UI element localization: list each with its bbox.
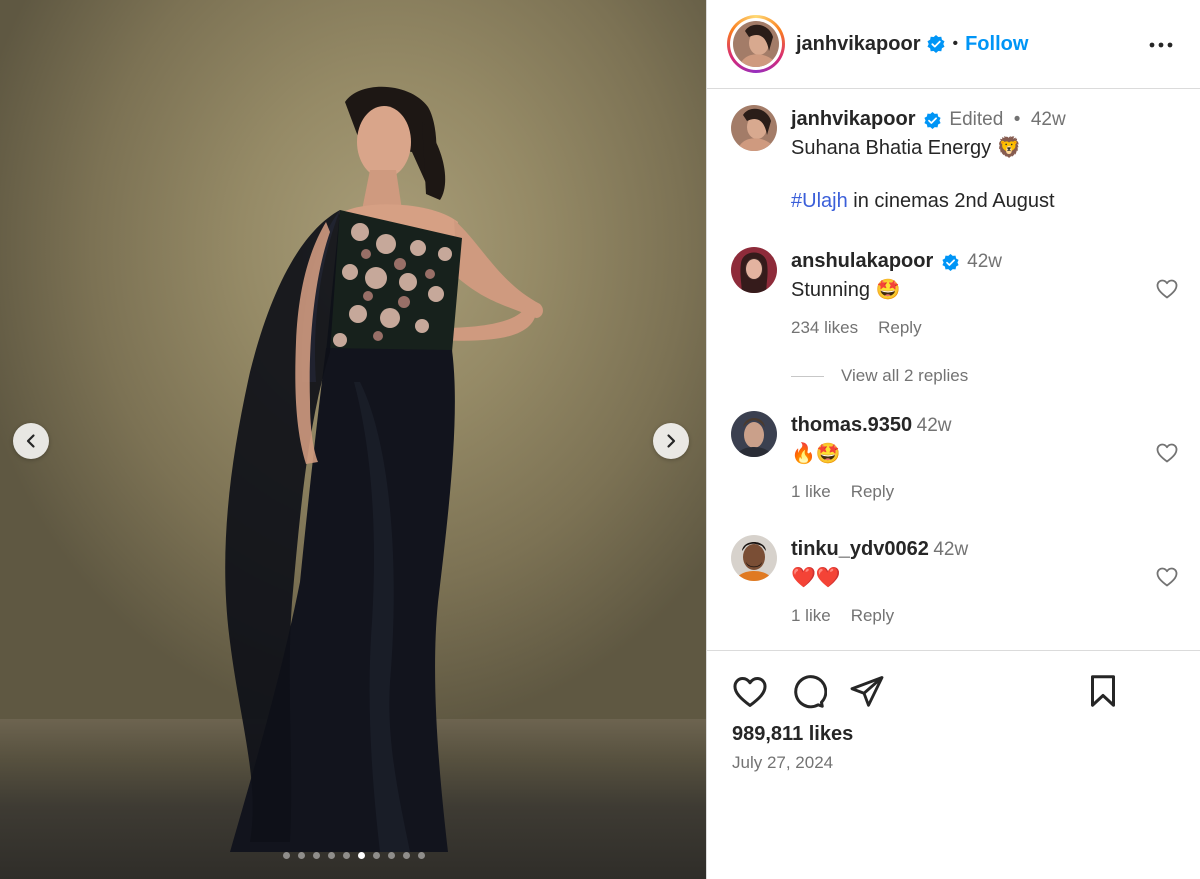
post-actions: 989,811 likes July 27, 2024: [707, 650, 1200, 879]
carousel-dot: [388, 852, 395, 859]
heart-icon[interactable]: [1155, 565, 1179, 589]
commenter-avatar[interactable]: [731, 535, 777, 581]
more-icon[interactable]: [1148, 32, 1174, 58]
bookmark-icon[interactable]: [1085, 673, 1121, 709]
comment-icon[interactable]: [789, 673, 827, 711]
author-story-ring[interactable]: [727, 15, 785, 73]
carousel-dot-active: [358, 852, 365, 859]
chevron-right-icon: [667, 434, 676, 448]
comment-likes[interactable]: 1 like: [791, 482, 831, 501]
model-figure: [225, 86, 543, 852]
reply-button[interactable]: Reply: [878, 318, 921, 337]
header-separator: •: [952, 35, 959, 52]
comment-username[interactable]: anshulakapoor: [791, 250, 933, 272]
post-date[interactable]: July 27, 2024: [732, 753, 833, 773]
heart-icon[interactable]: [1155, 441, 1179, 465]
like-count[interactable]: 989,811 likes: [732, 723, 853, 746]
like-heart-icon[interactable]: [731, 673, 769, 711]
follow-button[interactable]: Follow: [965, 33, 1028, 56]
carousel-dot: [313, 852, 320, 859]
post-header: janhvikapoor • Follow: [707, 0, 1200, 89]
next-photo-button[interactable]: [653, 423, 689, 459]
comment-item: tinku_ydv0062 42w ❤️❤️ 1 like Reply: [731, 535, 1200, 625]
comment-username[interactable]: thomas.9350: [791, 414, 912, 436]
author-avatar[interactable]: [731, 105, 777, 151]
carousel-dot: [328, 852, 335, 859]
author-username[interactable]: janhvikapoor: [796, 33, 920, 56]
carousel-dot: [373, 852, 380, 859]
comment-username[interactable]: tinku_ydv0062: [791, 538, 929, 560]
caption-age[interactable]: 42w: [1031, 109, 1066, 130]
comment-likes[interactable]: 234 likes: [791, 318, 858, 337]
view-replies-label: View all 2 replies: [841, 366, 969, 385]
carousel-dots: [283, 852, 425, 859]
carousel-dot: [403, 852, 410, 859]
hashtag-link[interactable]: #Ulajh: [791, 190, 848, 212]
comment-text: 🔥🤩: [791, 443, 841, 465]
comment-text: Stunning 🤩: [791, 279, 901, 301]
chevron-left-icon: [26, 434, 35, 448]
reply-button[interactable]: Reply: [851, 606, 894, 625]
comment-age[interactable]: 42w: [967, 251, 1002, 272]
edited-label: Edited: [949, 109, 1004, 130]
carousel-dot: [298, 852, 305, 859]
caption-dot: •: [1013, 109, 1021, 130]
verified-icon: [924, 112, 941, 130]
caption-line-1: Suhana Bhatia Energy 🦁: [791, 137, 1022, 159]
post-side-panel: janhvikapoor • Follow janhvikapoor Edite…: [706, 0, 1200, 879]
prev-photo-button[interactable]: [13, 423, 49, 459]
verified-icon: [927, 35, 945, 53]
comment-item: thomas.9350 42w 🔥🤩 1 like Reply: [731, 411, 1200, 501]
share-icon[interactable]: [849, 673, 885, 709]
comment-age[interactable]: 42w: [917, 415, 952, 436]
comment-item: anshulakapoor 42w Stunning 🤩 234 likes Re…: [731, 247, 1200, 337]
author-avatar: [733, 21, 779, 67]
caption-line-2-text: in cinemas 2nd August: [847, 190, 1055, 212]
comment-likes[interactable]: 1 like: [791, 606, 831, 625]
commenter-avatar[interactable]: [731, 411, 777, 457]
heart-icon[interactable]: [1155, 277, 1179, 301]
carousel-dot: [283, 852, 290, 859]
comments-section: janhvikapoor Edited • 42w Suhana Bhatia …: [707, 90, 1200, 650]
caption-line-2: #Ulajh in cinemas 2nd August: [791, 188, 1151, 215]
reply-button[interactable]: Reply: [851, 482, 894, 501]
carousel-dot: [343, 852, 350, 859]
comment-age[interactable]: 42w: [933, 539, 968, 560]
post-photo[interactable]: [0, 0, 706, 879]
replies-divider: [791, 375, 824, 377]
verified-icon: [942, 254, 959, 272]
view-replies-button[interactable]: View all 2 replies: [791, 366, 968, 386]
caption-username[interactable]: janhvikapoor: [791, 108, 915, 130]
comment-text: ❤️❤️: [791, 567, 841, 589]
carousel-dot: [418, 852, 425, 859]
commenter-avatar[interactable]: [731, 247, 777, 293]
